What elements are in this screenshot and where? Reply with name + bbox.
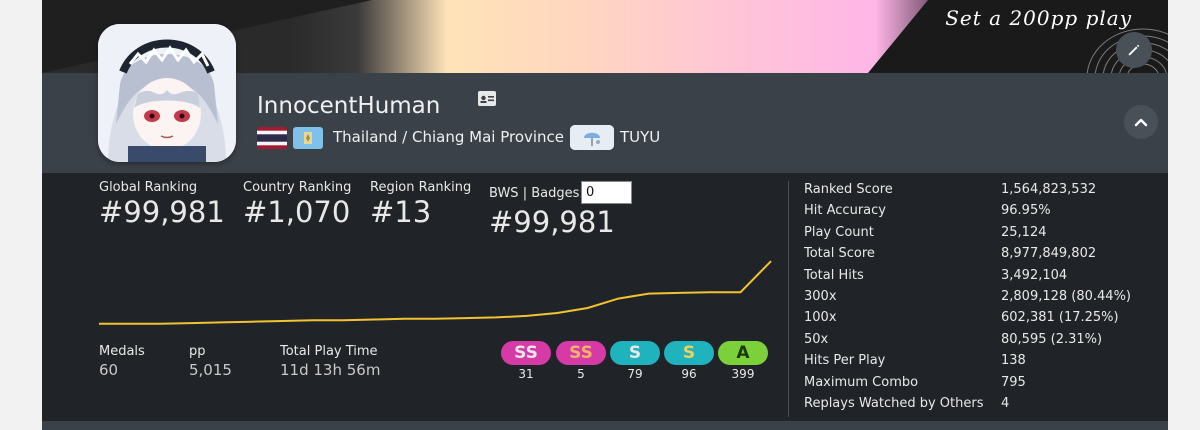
bws-ranking-value: #99,981: [489, 205, 615, 239]
username: InnocentHuman: [257, 93, 441, 119]
stat-label: Play Count: [804, 224, 874, 240]
global-ranking-label: Global Ranking: [99, 180, 198, 195]
medals-value: 60: [99, 361, 119, 379]
stat-label: 300x: [804, 289, 837, 304]
pp-value: 5,015: [189, 361, 232, 379]
left-gutter: [0, 0, 42, 430]
grade-a-count: 399: [731, 367, 755, 381]
profile-page: Set a 200pp play InnocentHuman Thailand …: [0, 0, 1200, 430]
stat-value: 80,595 (2.31%): [1001, 331, 1103, 347]
stat-label: Maximum Combo: [804, 374, 919, 390]
team-flag-icon[interactable]: [570, 125, 614, 150]
grade-a-badge: A: [718, 341, 768, 365]
rank-history-line: [99, 260, 772, 325]
stat-value: 96.95%: [1001, 203, 1051, 219]
right-gutter: [1168, 0, 1200, 430]
stat-value: 25,124: [1001, 224, 1047, 240]
stat-label: Ranked Score: [804, 182, 893, 197]
grade-s-badge: S: [664, 341, 714, 365]
stat-label: Total Score: [804, 246, 875, 262]
stat-value: 602,381 (17.25%): [1001, 310, 1119, 326]
grade-ss-silver-badge: SS: [501, 341, 551, 365]
stat-value: 3,492,104: [1001, 267, 1068, 283]
user-location[interactable]: Thailand / Chiang Mai Province: [333, 128, 564, 146]
grade-s-count: 96: [681, 367, 697, 381]
grade-ss-badge: SS: [556, 341, 606, 365]
playtime-label: Total Play Time: [280, 344, 378, 359]
country-ranking-value: #1,070: [243, 195, 351, 229]
stats-divider: [788, 181, 789, 417]
playtime-value: 11d 13h 56m: [280, 361, 381, 379]
panel-footer: [42, 421, 1168, 430]
global-ranking-value: #99,981: [99, 195, 225, 229]
stat-label: 100x: [804, 310, 837, 326]
id-card-icon[interactable]: [478, 91, 496, 106]
stat-value: 1,564,823,532: [1001, 182, 1097, 197]
collapse-header-button[interactable]: [1124, 105, 1158, 139]
country-ranking-label: Country Ranking: [243, 180, 352, 195]
badges-input[interactable]: 0: [581, 181, 632, 204]
stat-label: Replays Watched by Others: [804, 396, 984, 411]
grade-ss-silver-count: 31: [518, 367, 534, 381]
stat-label: Hits Per Play: [804, 353, 886, 369]
stat-value: 2,809,128 (80.44%): [1001, 289, 1132, 304]
stat-value: 8,977,849,802: [1001, 246, 1097, 262]
stat-value: 138: [1001, 353, 1026, 369]
country-flag-icon[interactable]: [257, 127, 287, 149]
stat-label: 50x: [804, 331, 829, 347]
bws-label: BWS | Badges:: [489, 186, 584, 201]
pencil-icon: [1128, 44, 1140, 56]
grade-s-silver-count: 79: [627, 367, 643, 381]
chevron-up-icon: [1134, 118, 1148, 127]
stat-label: Hit Accuracy: [804, 203, 886, 219]
region-ranking-label: Region Ranking: [370, 180, 472, 195]
stat-value: 4: [1001, 396, 1010, 411]
region-flag-icon[interactable]: [293, 127, 323, 149]
region-ranking-value: #13: [370, 195, 432, 229]
stat-value: 795: [1001, 374, 1026, 390]
grade-s-silver-badge: S: [610, 341, 660, 365]
edit-cover-button[interactable]: [1116, 32, 1152, 68]
user-avatar: [98, 24, 236, 162]
team-name[interactable]: TUYU: [620, 128, 660, 146]
pp-label: pp: [189, 344, 206, 359]
rank-history-graph[interactable]: [98, 250, 772, 330]
grade-ss-count: 5: [577, 367, 585, 381]
medals-label: Medals: [99, 344, 145, 359]
stat-label: Total Hits: [804, 267, 864, 283]
cover-caption: Set a 200pp play: [945, 6, 1132, 30]
